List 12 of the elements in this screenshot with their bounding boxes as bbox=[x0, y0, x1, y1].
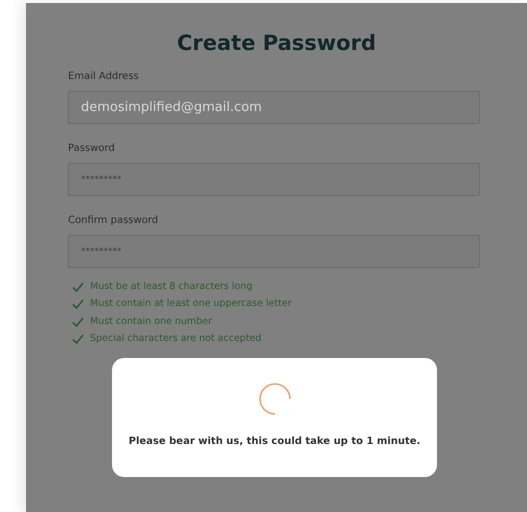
password-field[interactable]: ********* bbox=[68, 235, 480, 268]
rule-text: Special characters are not accepted bbox=[90, 332, 262, 346]
rule-text: Must be at least 8 characters long bbox=[90, 280, 252, 294]
rule-text: Must contain at least one uppercase letter bbox=[90, 297, 292, 312]
field-label: Password bbox=[68, 142, 115, 156]
loading-message: Please bear with us, this could take up to 1 minute. bbox=[128, 435, 420, 449]
field-label: Email Address bbox=[68, 70, 139, 84]
rule-text: Must contain one number bbox=[90, 314, 212, 329]
password-field[interactable]: ********* bbox=[68, 163, 480, 196]
field-label: Confirm password bbox=[68, 214, 158, 228]
email-field[interactable]: demosimplified@gmail.com bbox=[68, 91, 480, 124]
form-title: Create Password bbox=[176, 30, 377, 56]
